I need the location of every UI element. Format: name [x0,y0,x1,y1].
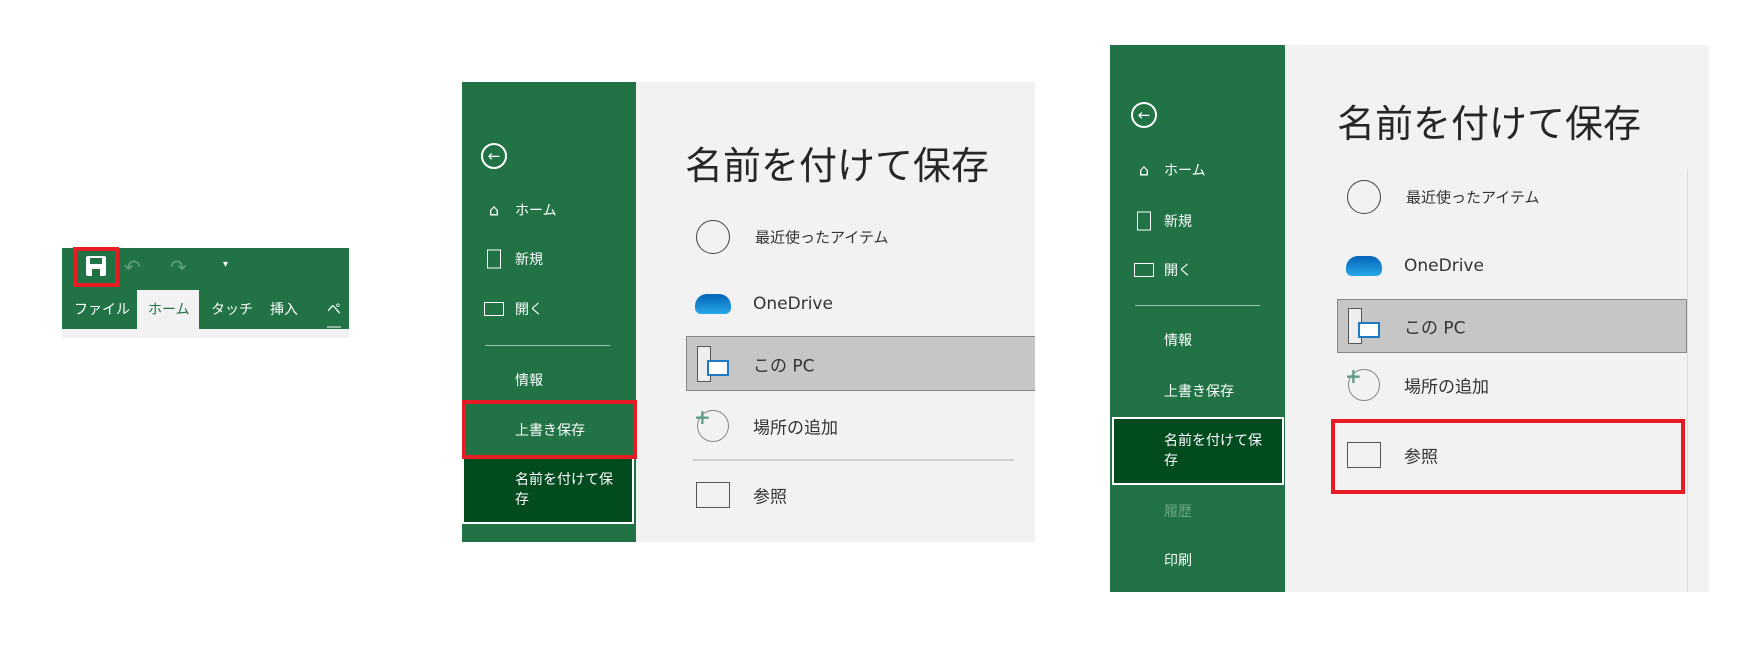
loc-this-pc: この PC [1404,318,1466,339]
loc-add-place[interactable]: 場所の追加 [753,414,838,439]
clock-icon [1347,180,1381,214]
ribbon-body [62,329,349,338]
page-title: 名前を付けて保存 [685,144,990,188]
this-pc-icon [1348,308,1380,344]
locations-divider [693,459,1014,461]
new-file-icon [487,249,501,269]
open-folder-icon [484,302,504,316]
loc-add-place[interactable]: 場所の追加 [1404,373,1489,398]
tab-touch[interactable]: タッチ [211,299,253,319]
add-place-globe-icon: + [694,405,729,442]
back-icon[interactable]: ← [1131,102,1157,128]
loc-this-pc-selected[interactable] [686,336,1035,391]
save-nav-highlight [462,400,637,459]
nav-history-disabled: 履歴 [1164,504,1192,520]
save-highlight [73,247,119,287]
nav-divider [1135,305,1260,306]
this-pc-icon [697,346,729,382]
page-title: 名前を付けて保存 [1337,102,1642,146]
nav-open[interactable]: 開く [515,299,543,319]
customize-qat-icon[interactable]: ▾ [223,259,228,270]
nav-home[interactable]: ホーム [1164,160,1206,180]
nav-info[interactable]: 情報 [515,370,543,390]
nav-open[interactable]: 開く [1164,260,1192,280]
tab-file[interactable]: ファイル [74,299,130,319]
nav-save[interactable]: 上書き保存 [1164,381,1234,401]
loc-recent[interactable]: 最近使ったアイテム [755,227,889,248]
nav-print[interactable]: 印刷 [1164,550,1192,570]
tab-page[interactable]: ペ― [327,299,349,335]
tab-home-label: ホーム [148,302,190,318]
back-icon[interactable]: ← [481,143,507,169]
clock-icon [696,220,730,254]
redo-icon[interactable]: ↷ [170,255,187,279]
onedrive-icon [695,294,731,314]
loc-this-pc-selected[interactable] [1337,299,1687,353]
nav-new[interactable]: 新規 [515,249,543,269]
tab-insert[interactable]: 挿入 [270,299,298,319]
nav-save-as: 名前を付けて保存 [515,472,613,508]
nav-info[interactable]: 情報 [1164,330,1192,350]
backstage-2-sidebar [1110,45,1285,592]
nav-save-as: 名前を付けて保存 [1164,433,1262,469]
scrollbar-track[interactable] [1687,169,1688,592]
add-place-globe-icon: + [1345,364,1380,401]
nav-new[interactable]: 新規 [1164,211,1192,231]
loc-onedrive[interactable]: OneDrive [1404,256,1484,276]
nav-home[interactable]: ホーム [515,200,557,220]
new-file-icon [1137,211,1151,231]
loc-recent[interactable]: 最近使ったアイテム [1406,187,1540,208]
home-icon: ⌂ [1138,160,1150,180]
nav-divider [485,345,610,346]
onedrive-icon [1346,256,1382,276]
loc-this-pc: この PC [753,356,815,377]
browse-folder-icon [696,482,730,508]
home-icon: ⌂ [488,200,500,220]
loc-browse[interactable]: 参照 [753,483,787,508]
browse-highlight [1331,419,1685,494]
open-folder-icon [1134,263,1154,277]
loc-onedrive[interactable]: OneDrive [753,294,833,314]
undo-icon[interactable]: ↶ [124,255,141,279]
